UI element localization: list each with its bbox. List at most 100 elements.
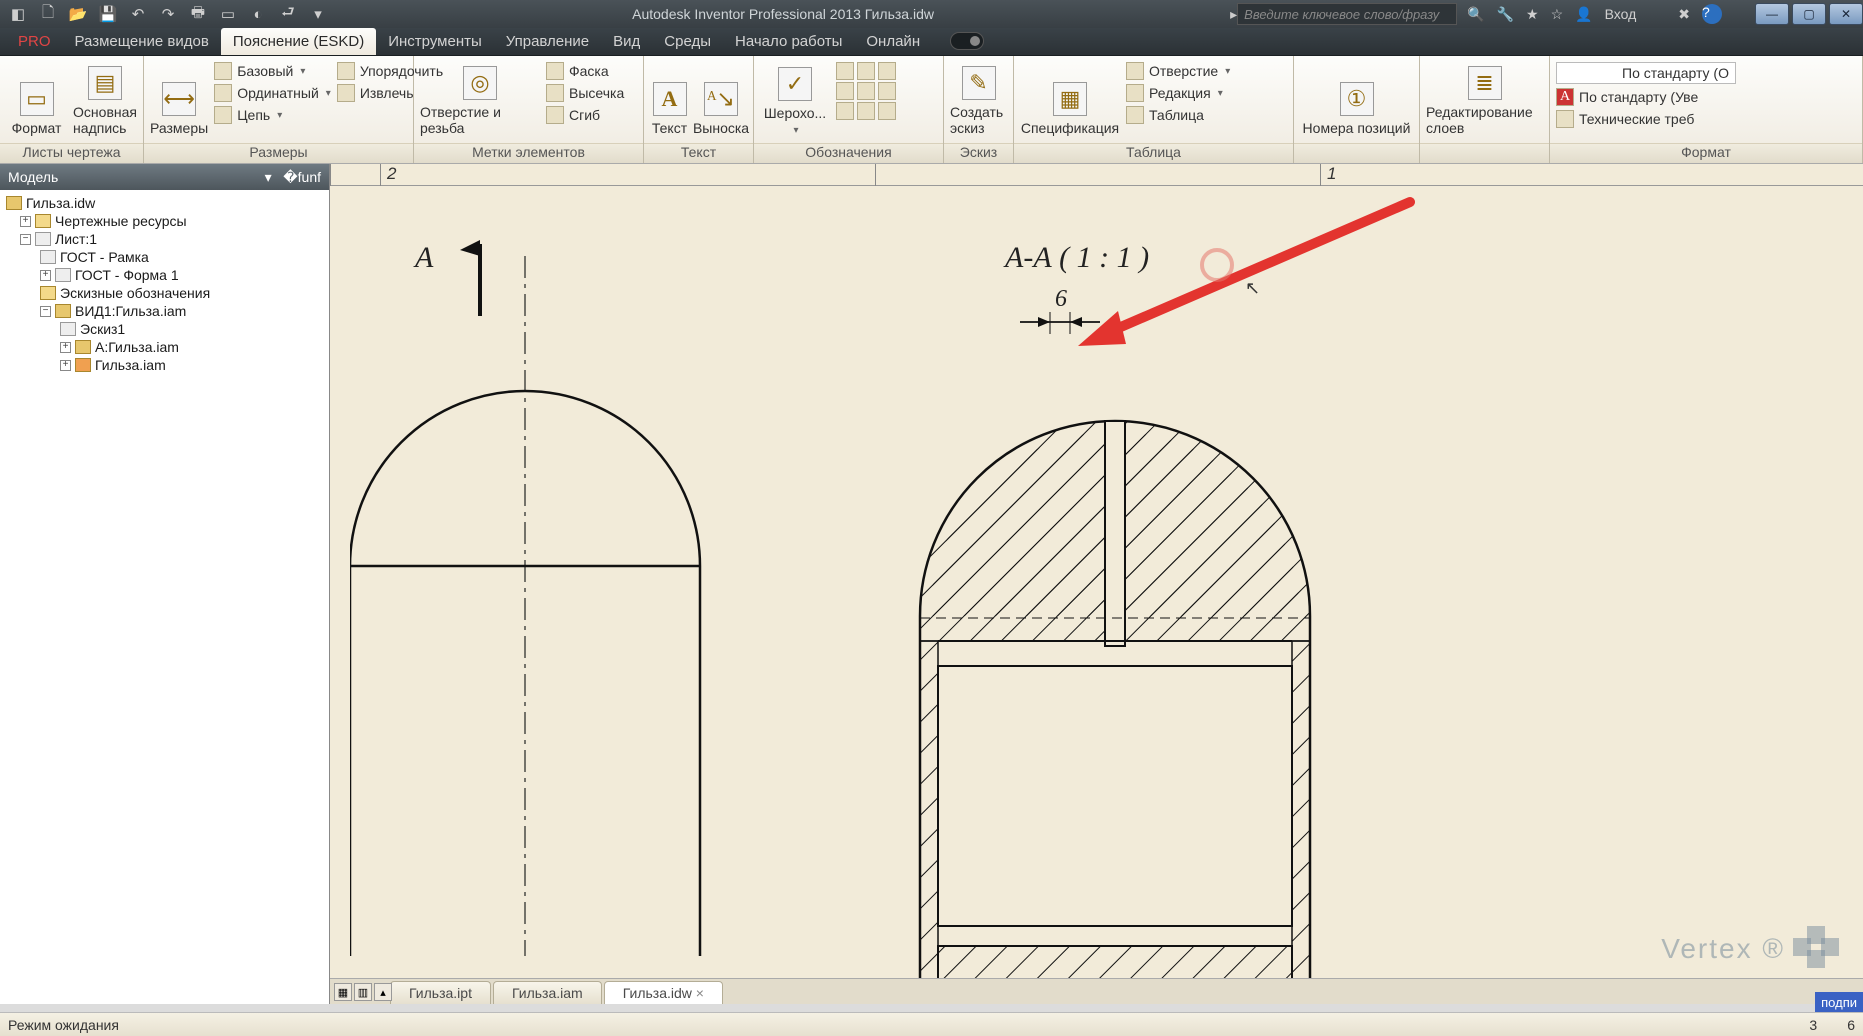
doc-tab-iam[interactable]: Гильза.iam (493, 981, 602, 1004)
tree-resources[interactable]: +Чертежные ресурсы (2, 212, 327, 230)
signin-link[interactable]: Вход (1605, 6, 1637, 22)
sym-icon-1[interactable] (836, 62, 854, 80)
text-button[interactable]: AТекст (650, 60, 689, 138)
signature-chip[interactable]: подпи (1815, 992, 1863, 1012)
gentable-button[interactable]: Таблица (1126, 106, 1230, 124)
drawing-area[interactable]: А (330, 186, 1863, 978)
click-ring-icon (1200, 248, 1234, 282)
tab-online[interactable]: Онлайн (854, 28, 932, 55)
exchange-icon[interactable]: ✖ (1678, 6, 1690, 23)
panel-feat-label: Метки элементов (414, 143, 643, 163)
tab-tools[interactable]: Инструменты (376, 28, 494, 55)
help-icon[interactable]: ? (1702, 4, 1722, 24)
close-button[interactable]: ✕ (1829, 3, 1863, 25)
baseline-button[interactable]: Базовый▾ (214, 62, 331, 80)
titlebar: ◧ 🗋 📂 💾 ↶ ↷ 🖶 ▭ ◐ ⮐ ▾ Autodesk Inventor … (0, 0, 1863, 28)
tree-sketch1[interactable]: Эскиз1 (2, 320, 327, 338)
tree-sectionA[interactable]: +А:Гильза.iam (2, 338, 327, 356)
chamfer-button[interactable]: Фаска (546, 62, 624, 80)
front-view (350, 256, 770, 956)
revtable-button[interactable]: Редакция▾ (1126, 84, 1230, 102)
key-icon[interactable]: 🔧 (1497, 6, 1514, 23)
doc-tab-idw[interactable]: Гильза.idw × (604, 981, 723, 1004)
tab-environments[interactable]: Среды (652, 28, 723, 55)
sym-icon-5[interactable] (857, 82, 875, 100)
tab-manage[interactable]: Управление (494, 28, 601, 55)
editlayers-button[interactable]: ≣Редактирование слоев (1426, 60, 1543, 138)
objdefaults-dropdown[interactable]: По стандарту (О (1556, 62, 1736, 84)
minimize-button[interactable]: — (1755, 3, 1789, 25)
document-tabs: ▦ ▥ ▴ Гильза.ipt Гильза.iam Гильза.idw × (330, 978, 1863, 1004)
layer-dropdown[interactable]: AПо стандарту (Уве (1556, 88, 1856, 106)
app-menu-icon[interactable]: ◧ (8, 4, 28, 24)
search-input[interactable]: Введите ключевое слово/фразу (1237, 3, 1457, 25)
favorite-icon[interactable]: ☆ (1551, 6, 1564, 23)
chain-button[interactable]: Цепь▾ (214, 106, 331, 124)
redo-icon[interactable]: ↷ (158, 4, 178, 24)
holetable-button[interactable]: Отверстие▾ (1126, 62, 1230, 80)
close-tab-icon[interactable]: × (696, 985, 704, 1001)
ribbon-tabs: PRO Размещение видов Пояснение (ESKD) Ин… (0, 28, 1863, 56)
maximize-button[interactable]: ▢ (1792, 3, 1826, 25)
tree-view1[interactable]: −ВИД1:Гильза.iam (2, 302, 327, 320)
techreq-button[interactable]: Технические треб (1556, 110, 1856, 128)
tab-getstarted[interactable]: Начало работы (723, 28, 854, 55)
ordinate-button[interactable]: Ординатный▾ (214, 84, 331, 102)
panel-dims-label: Размеры (144, 143, 413, 163)
return-icon[interactable]: ⮐ (278, 4, 298, 24)
print-icon[interactable]: 🖶 (188, 4, 208, 24)
tab-nav-1[interactable]: ▦ (334, 983, 352, 1001)
quick-access-toolbar: ◧ 🗋 📂 💾 ↶ ↷ 🖶 ▭ ◐ ⮐ ▾ (0, 4, 336, 24)
tree-sheet[interactable]: −Лист:1 (2, 230, 327, 248)
panel-text-label: Текст (644, 143, 753, 163)
balloon-button[interactable]: ①Номера позиций (1300, 60, 1413, 138)
titleblock-button[interactable]: ▤Основная надпись (73, 60, 137, 138)
tree-sketch-symbols[interactable]: Эскизные обозначения (2, 284, 327, 302)
tab-view[interactable]: Вид (601, 28, 652, 55)
qat-dropdown-icon[interactable]: ▾ (308, 4, 328, 24)
sym-icon-7[interactable] (836, 102, 854, 120)
sym-icon-8[interactable] (857, 102, 875, 120)
watermark: Vertex ® (1661, 926, 1839, 972)
star-icon[interactable]: ★ (1526, 6, 1539, 23)
partslist-button[interactable]: ▦Спецификация (1020, 60, 1120, 138)
title-caret-icon[interactable]: ▸ (1230, 6, 1237, 23)
tree-form[interactable]: +ГОСТ - Форма 1 (2, 266, 327, 284)
create-sketch-button[interactable]: ✎Создать эскиз (950, 60, 1007, 138)
tab-annotate[interactable]: Пояснение (ESKD) (221, 28, 376, 55)
tab-pro[interactable]: PRO (6, 28, 63, 55)
drawing-canvas[interactable]: 2 1 А (330, 164, 1863, 1004)
doc-tab-ipt[interactable]: Гильза.ipt (390, 981, 491, 1004)
tree-frame[interactable]: ГОСТ - Рамка (2, 248, 327, 266)
sym-icon-9[interactable] (878, 102, 896, 120)
tab-nav-2[interactable]: ▥ (354, 983, 372, 1001)
bend-button[interactable]: Сгиб (546, 106, 624, 124)
punch-button[interactable]: Высечка (546, 84, 624, 102)
tree-root[interactable]: Гильза.idw (2, 194, 327, 212)
leader-button[interactable]: ᴬ↘Выноска (695, 60, 747, 138)
browser-header[interactable]: Модель▾ �funf (0, 164, 329, 190)
open-icon[interactable]: 📂 (68, 4, 88, 24)
holethread-button[interactable]: ◎Отверстие и резьба (420, 60, 540, 138)
tree-asm[interactable]: +Гильза.iam (2, 356, 327, 374)
dimension-button[interactable]: ⟷Размеры (150, 60, 208, 138)
binoculars-icon[interactable]: 🔍 (1467, 6, 1484, 23)
annotation-arrow-icon (1070, 196, 1420, 356)
sym-icon-2[interactable] (857, 62, 875, 80)
section-marker-a: А (415, 241, 433, 275)
ribbon-toggle[interactable] (950, 32, 984, 50)
undo-icon[interactable]: ↶ (128, 4, 148, 24)
sym-icon-6[interactable] (878, 82, 896, 100)
select-icon[interactable]: ▭ (218, 4, 238, 24)
sym-icon-4[interactable] (836, 82, 854, 100)
format-button[interactable]: ▭Формат (6, 60, 67, 138)
tab-nav-3[interactable]: ▴ (374, 983, 392, 1001)
save-icon[interactable]: 💾 (98, 4, 118, 24)
tab-views[interactable]: Размещение видов (63, 28, 221, 55)
user-icon[interactable]: 👤 (1575, 6, 1592, 23)
new-icon[interactable]: 🗋 (38, 4, 58, 24)
sym-icon-3[interactable] (878, 62, 896, 80)
panel-sketch-label: Эскиз (944, 143, 1013, 163)
material-icon[interactable]: ◐ (248, 4, 268, 24)
surface-button[interactable]: ✓Шерохо...▾ (760, 60, 830, 138)
